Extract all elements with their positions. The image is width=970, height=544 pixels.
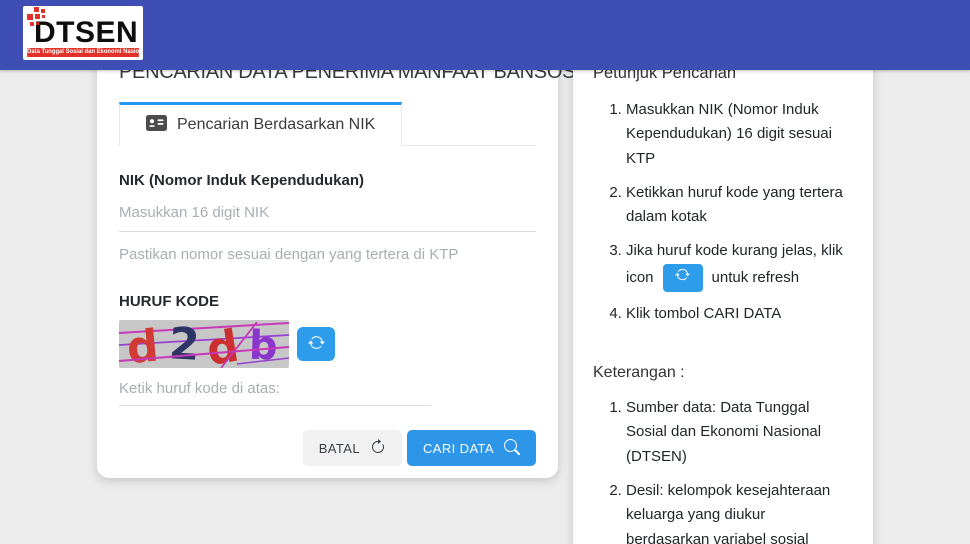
captcha-input[interactable] [119, 368, 431, 406]
logo-subtitle: Data Tunggal Sosial dan Ekonomi Nasional [27, 48, 139, 57]
nik-input[interactable] [119, 189, 536, 232]
search-card: PENCARIAN DATA PENERIMA MANFAAT BANSOS P… [97, 42, 558, 478]
help-step: Masukkan NIK (Nomor Induk Kependudukan) … [626, 98, 849, 171]
cancel-button[interactable]: BATAL [303, 430, 402, 466]
search-button[interactable]: CARI DATA [407, 430, 536, 466]
svg-text:2: 2 [168, 320, 201, 368]
captcha-row: d 2 d b [119, 320, 536, 368]
reset-icon [370, 439, 386, 458]
top-navbar: DTSEN Data Tunggal Sosial dan Ekonomi Na… [0, 0, 970, 70]
help-card: Petunjuk Pencarian Masukkan NIK (Nomor I… [573, 42, 873, 544]
captcha-image: d 2 d b [119, 320, 289, 368]
refresh-icon [308, 334, 325, 354]
search-icon [504, 439, 520, 458]
help-step-text: untuk refresh [712, 269, 800, 286]
tab-label: Pencarian Berdasarkan NIK [177, 116, 375, 134]
nik-label: NIK (Nomor Induk Kependudukan) [119, 172, 536, 189]
help-steps-list: Masukkan NIK (Nomor Induk Kependudukan) … [593, 98, 849, 326]
nik-helper-text: Pastikan nomor sesuai dengan yang terter… [119, 246, 536, 263]
captcha-label: HURUF KODE [119, 293, 536, 310]
form-actions: BATAL CARI DATA [119, 430, 536, 466]
page: PENCARIAN DATA PENERIMA MANFAAT BANSOS P… [0, 0, 970, 544]
id-card-icon [146, 115, 167, 136]
note-item: Sumber data: Data Tunggal Sosial dan Eko… [626, 396, 849, 469]
captcha-refresh-button[interactable] [297, 327, 335, 361]
notes-list: Sumber data: Data Tunggal Sosial dan Eko… [593, 396, 849, 544]
note-item: Desil: kelompok kesejahteraan keluarga y… [626, 479, 849, 544]
cancel-button-label: BATAL [319, 441, 360, 456]
help-step: Klik tombol CARI DATA [626, 302, 849, 326]
pixel-grid-icon [25, 7, 53, 36]
search-button-label: CARI DATA [423, 441, 494, 456]
help-step: Jika huruf kode kurang jelas, klik iconu… [626, 239, 849, 291]
refresh-icon [675, 266, 690, 290]
notes-title: Keterangan : [593, 364, 849, 382]
tab-bar: Pencarian Berdasarkan NIK [119, 102, 536, 146]
help-step: Ketikkan huruf kode yang tertera dalam k… [626, 181, 849, 230]
dtsen-logo[interactable]: DTSEN Data Tunggal Sosial dan Ekonomi Na… [23, 6, 143, 60]
inline-refresh-button[interactable] [663, 264, 703, 292]
tab-pencarian-nik[interactable]: Pencarian Berdasarkan NIK [119, 102, 402, 146]
